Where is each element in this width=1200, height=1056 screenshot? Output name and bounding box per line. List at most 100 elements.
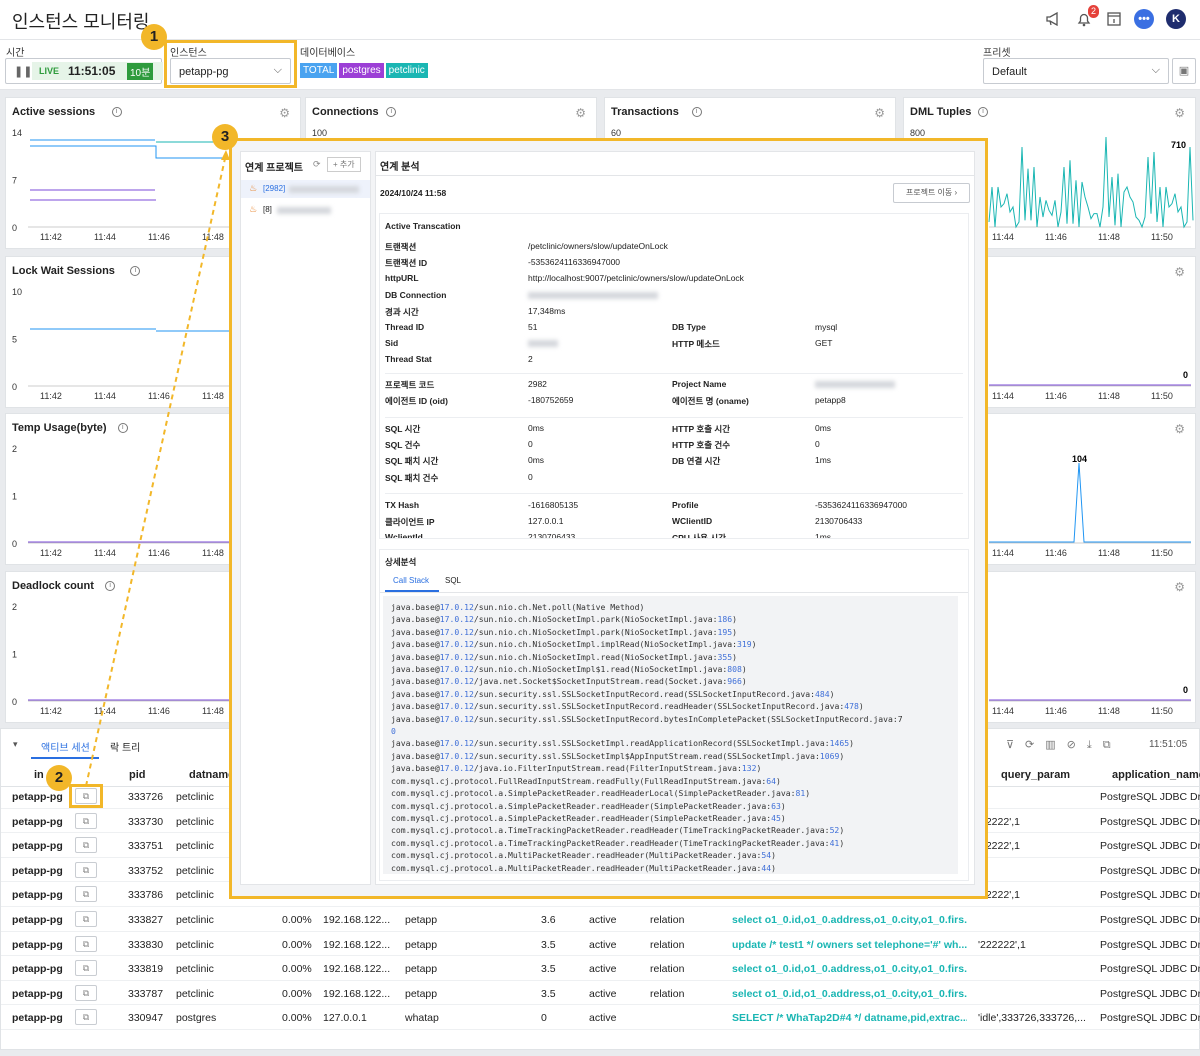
- cell-param: '22222',1: [978, 889, 1020, 902]
- table-row[interactable]: petapp-pg 333819 petclinic 0.00% 192.168.122…: [1, 956, 1200, 981]
- document-icon[interactable]: [1104, 9, 1124, 29]
- table-row[interactable]: petapp-pg 330947 postgres 0.00% 127.0.0.1 wha…: [1, 1005, 1200, 1030]
- x-tick-label: 11:46: [1045, 391, 1067, 401]
- project-item[interactable]: ♨ [2982]: [241, 180, 370, 198]
- col-pid[interactable]: pid: [129, 769, 146, 781]
- pause-icon[interactable]: ❚❚: [14, 65, 32, 78]
- settings-gear-icon[interactable]: ⚙: [874, 106, 885, 120]
- field-key: 에이전트 명 (oname): [672, 396, 749, 407]
- y-tick-label: 1: [12, 650, 17, 660]
- info-icon[interactable]: i: [105, 581, 116, 591]
- tab-call-stack[interactable]: Call Stack: [393, 576, 429, 585]
- info-icon[interactable]: i: [386, 107, 397, 117]
- callout-2: 2: [46, 765, 72, 791]
- field-value: 2982: [528, 379, 547, 389]
- save-icon[interactable]: ▣: [1172, 58, 1196, 84]
- stack-line: com.mysql.cj.protocol.a.SimplePacketRead…: [391, 812, 786, 823]
- field-key: CPU 사용 시간: [672, 533, 726, 539]
- refresh-icon[interactable]: ⟳: [313, 159, 321, 170]
- table-row[interactable]: petapp-pg 333787 petclinic 0.00% 192.168.122…: [1, 981, 1200, 1006]
- copy-icon[interactable]: ⧉: [75, 886, 97, 903]
- info-icon[interactable]: i: [691, 107, 702, 117]
- cell-state: active: [589, 938, 617, 951]
- tab-lock-tree[interactable]: 락 트리: [110, 739, 140, 754]
- range-badge[interactable]: 10분: [127, 63, 154, 80]
- cell-wait: relation: [650, 914, 685, 926]
- cell-inst: petapp-pg: [12, 987, 63, 1000]
- col-application-name[interactable]: application_name: [1112, 769, 1200, 781]
- x-tick-label: 11:46: [148, 391, 170, 401]
- settings-gear-icon[interactable]: ⚙: [1174, 422, 1185, 436]
- field-value: 2130706433: [815, 516, 863, 527]
- stack-line: java.base@17.0.12/sun.nio.ch.NioSocketIm…: [391, 614, 738, 625]
- cell-inst: petapp-pg: [12, 864, 63, 877]
- cell-app: PostgreSQL JDBC Dr: [1100, 938, 1200, 951]
- field-key: HTTP 호출 건수: [672, 440, 731, 451]
- stack-line: java.base@17.0.12/sun.security.ssl.SSLSo…: [391, 738, 854, 749]
- x-tick-label: 11:48: [202, 548, 224, 558]
- col-query-param[interactable]: query_param: [1001, 769, 1070, 781]
- panel-title: Lock Wait Sessions: [12, 265, 115, 277]
- copy-icon[interactable]: ⧉: [75, 960, 97, 977]
- transaction-card: Active Transcation 트랜잭션/petclinic/owners…: [379, 213, 969, 539]
- info-icon[interactable]: i: [130, 266, 141, 276]
- copy-icon[interactable]: ⧉: [75, 812, 97, 829]
- cell-pid: 333786: [128, 889, 164, 902]
- settings-gear-icon[interactable]: ⚙: [1174, 580, 1185, 594]
- field-key: httpURL: [385, 273, 419, 284]
- field-value: 51: [528, 322, 538, 332]
- tab-sql[interactable]: SQL: [445, 576, 461, 585]
- move-project-button[interactable]: 프로젝트 이동 ›: [893, 183, 970, 203]
- db-tag-postgres[interactable]: postgres: [339, 63, 384, 78]
- settings-gear-icon[interactable]: ⚙: [575, 106, 586, 120]
- copy-icon[interactable]: ⧉: [75, 984, 97, 1001]
- copy-icon[interactable]: ⧉: [75, 935, 97, 952]
- db-tag-total[interactable]: TOTAL: [300, 63, 338, 78]
- y-tick-label: 60: [611, 128, 621, 138]
- field-key: Sid: [385, 338, 399, 349]
- field-key: WClientID: [672, 516, 713, 527]
- table-row[interactable]: petapp-pg 333827 petclinic 0.00% 192.168.122…: [1, 907, 1200, 932]
- field-key: SQL 건수: [385, 440, 421, 451]
- col-instance[interactable]: in: [34, 769, 44, 781]
- project-item[interactable]: ♨ [8]: [241, 201, 370, 219]
- cell-app: PostgreSQL JDBC Dr: [1100, 864, 1200, 877]
- series-line: [988, 136, 1194, 229]
- copy-icon[interactable]: ⧉: [75, 861, 97, 878]
- instance-select[interactable]: petapp-pg ⌵: [170, 58, 291, 84]
- preset-select[interactable]: Default ⌵: [983, 58, 1169, 84]
- copy-icon[interactable]: ⧉: [75, 1009, 97, 1026]
- x-tick-label: 11:44: [992, 232, 1014, 242]
- chat-icon[interactable]: •••: [1134, 9, 1154, 29]
- copy-icon[interactable]: ⧉: [75, 911, 97, 927]
- cell-ip: 192.168.122...: [323, 914, 391, 926]
- field-key: Thread ID: [385, 322, 425, 332]
- settings-gear-icon[interactable]: ⚙: [1174, 265, 1185, 279]
- field-value: 17,348ms: [528, 305, 566, 316]
- settings-gear-icon[interactable]: ⚙: [1174, 106, 1185, 120]
- cell-param: '22222',1: [978, 840, 1020, 853]
- time-control[interactable]: ❚❚ LIVE 11:51:05 10분: [5, 58, 163, 84]
- info-icon[interactable]: i: [117, 423, 128, 433]
- megaphone-icon[interactable]: [1044, 9, 1064, 29]
- info-icon[interactable]: i: [978, 107, 988, 117]
- col-datname[interactable]: datname: [189, 769, 234, 781]
- stack-line: java.base@17.0.12/sun.nio.ch.NioSocketIm…: [391, 664, 747, 675]
- settings-gear-icon[interactable]: ⚙: [279, 106, 290, 120]
- y-tick-label: 5: [12, 335, 17, 345]
- avatar[interactable]: K: [1166, 9, 1186, 29]
- cell-inst: petapp-pg: [12, 963, 63, 976]
- cell-db: petclinic: [176, 963, 214, 976]
- db-tag-petclinic[interactable]: petclinic: [385, 63, 428, 78]
- tab-active-sessions[interactable]: 액티브 세션: [41, 739, 90, 754]
- info-icon[interactable]: i: [111, 107, 122, 117]
- x-tick-label: 11:44: [94, 706, 116, 716]
- cell-query: select o1_0.id,o1_0.address,o1_0.city,o1…: [732, 963, 967, 976]
- cell-db: postgres: [176, 1012, 217, 1025]
- add-project-button[interactable]: + 추가: [327, 157, 361, 172]
- table-toolbar-icons[interactable]: ⊽⟳▥⊘⤓⧉: [1006, 738, 1122, 752]
- bell-icon[interactable]: 2: [1074, 5, 1099, 29]
- collapse-icon[interactable]: ▾: [13, 739, 18, 750]
- table-row[interactable]: petapp-pg 333830 petclinic 0.00% 192.168.122…: [1, 932, 1200, 957]
- copy-icon[interactable]: ⧉: [75, 837, 97, 854]
